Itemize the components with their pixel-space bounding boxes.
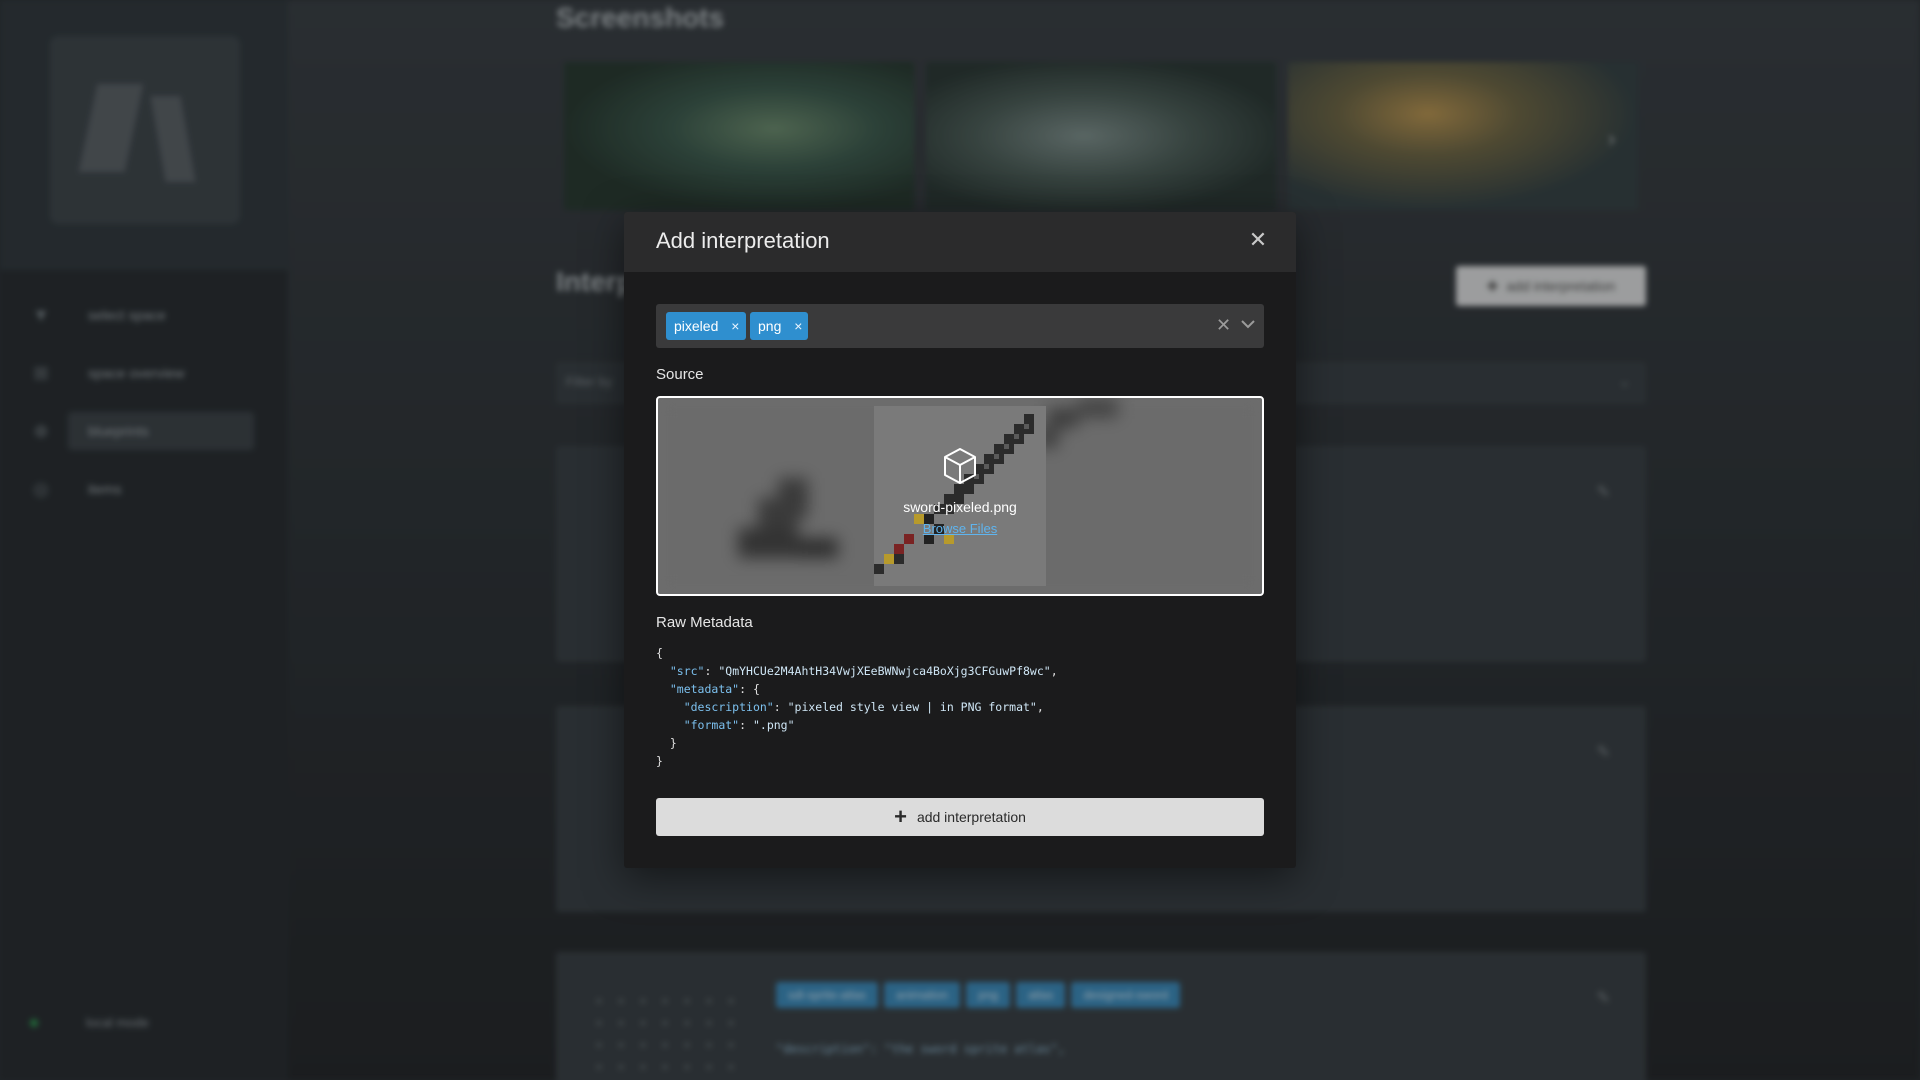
tag-label: pixeled	[674, 318, 719, 334]
tag-multiselect[interactable]: pixeled × png × ✕	[656, 304, 1264, 348]
metadata-src: QmYHCUe2M4AhtH34VwjXEeBWNwjca4BoXjg3CFGu…	[725, 664, 1044, 678]
tag-chip-png: png ×	[750, 312, 808, 340]
selected-file-name: sword-pixeled.png	[903, 499, 1017, 515]
metadata-description: pixeled style view | in PNG format	[794, 700, 1030, 714]
remove-tag-icon[interactable]: ×	[726, 312, 744, 340]
raw-metadata-label: Raw Metadata	[656, 614, 753, 631]
chevron-down-icon[interactable]	[1240, 314, 1256, 334]
metadata-format: .png	[759, 718, 788, 732]
raw-metadata-json: { "src": "QmYHCUe2M4AhtH34VwjXEeBWNwjca4…	[656, 646, 1058, 768]
close-icon[interactable]: ✕	[1246, 228, 1270, 252]
clear-all-icon[interactable]: ✕	[1216, 315, 1231, 336]
add-interpretation-modal: Add interpretation ✕ pixeled × png × ✕ S…	[624, 212, 1296, 868]
plus-icon: +	[894, 804, 907, 829]
modal-header: Add interpretation ✕	[624, 212, 1296, 272]
browse-files-link[interactable]: Browse Files	[923, 521, 997, 536]
tag-chip-pixeled: pixeled ×	[666, 312, 746, 340]
add-interpretation-button[interactable]: + add interpretation	[656, 798, 1264, 836]
cube-icon	[944, 448, 976, 484]
add-interpretation-label: add interpretation	[916, 809, 1026, 825]
dropzone-content: sword-pixeled.png Browse Files	[658, 446, 1262, 538]
modal-title: Add interpretation	[656, 228, 830, 253]
file-dropzone[interactable]: sword-pixeled.png Browse Files	[656, 396, 1264, 596]
tag-label: png	[758, 318, 782, 334]
source-label: Source	[656, 366, 704, 383]
remove-tag-icon[interactable]: ×	[789, 312, 807, 340]
